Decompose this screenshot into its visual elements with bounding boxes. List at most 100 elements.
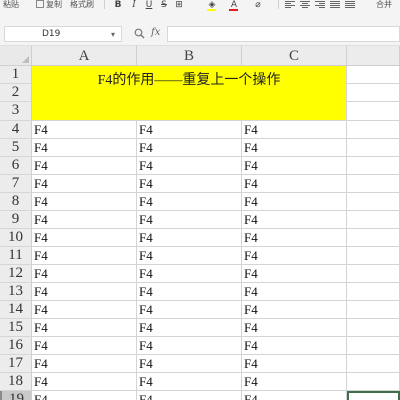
cell-b18[interactable]: F4 <box>137 373 242 391</box>
cell-a9[interactable]: F4 <box>32 211 137 229</box>
cell-d8[interactable] <box>347 193 400 211</box>
cell-c11[interactable]: F4 <box>242 247 347 265</box>
cell-c18[interactable]: F4 <box>242 373 347 391</box>
cell-d18[interactable] <box>347 373 400 391</box>
cell-d15[interactable] <box>347 319 400 337</box>
cell-b10[interactable]: F4 <box>137 229 242 247</box>
column-header-c[interactable]: C <box>242 46 347 66</box>
cell-a19[interactable]: F4 <box>32 391 137 400</box>
strikethrough-button[interactable]: S <box>158 0 170 10</box>
cell-a6[interactable]: F4 <box>32 157 137 175</box>
cell-d13[interactable] <box>347 283 400 301</box>
cell-d2[interactable] <box>347 84 400 102</box>
cell-a17[interactable]: F4 <box>32 355 137 373</box>
underline-button[interactable]: U <box>143 0 155 10</box>
cell-b17[interactable]: F4 <box>137 355 242 373</box>
cell-c5[interactable]: F4 <box>242 139 347 157</box>
cell-b19[interactable]: F4 <box>137 391 242 400</box>
cell-b9[interactable]: F4 <box>137 211 242 229</box>
cell-b7[interactable]: F4 <box>137 175 242 193</box>
row-header-7[interactable]: 7 <box>0 175 32 193</box>
cell-d4[interactable] <box>347 121 400 139</box>
formula-input[interactable] <box>167 26 400 42</box>
row-header-10[interactable]: 10 <box>0 229 32 247</box>
cell-d3[interactable] <box>347 102 400 121</box>
row-header-5[interactable]: 5 <box>0 139 32 157</box>
cell-b12[interactable]: F4 <box>137 265 242 283</box>
border-button[interactable]: ⊞ <box>173 0 185 10</box>
cell-c8[interactable]: F4 <box>242 193 347 211</box>
cell-b14[interactable]: F4 <box>137 301 242 319</box>
cell-a15[interactable]: F4 <box>32 319 137 337</box>
row-header-11[interactable]: 11 <box>0 247 32 265</box>
cell-c4[interactable]: F4 <box>242 121 347 139</box>
cell-c19[interactable]: F4 <box>242 391 347 400</box>
cell-d17[interactable] <box>347 355 400 373</box>
clear-format-button[interactable]: ⌀ <box>252 0 264 10</box>
cell-d11[interactable] <box>347 247 400 265</box>
cell-d1[interactable] <box>347 66 400 84</box>
cell-a11[interactable]: F4 <box>32 247 137 265</box>
italic-button[interactable]: I <box>128 0 140 10</box>
row-header-1[interactable]: 1 <box>0 66 32 84</box>
row-header-4[interactable]: 4 <box>0 121 32 139</box>
name-box[interactable]: D19 ▾ <box>4 26 122 42</box>
cell-a13[interactable]: F4 <box>32 283 137 301</box>
cell-c10[interactable]: F4 <box>242 229 347 247</box>
cell-d6[interactable] <box>347 157 400 175</box>
cell-b11[interactable]: F4 <box>137 247 242 265</box>
cell-d14[interactable] <box>347 301 400 319</box>
cell-d10[interactable] <box>347 229 400 247</box>
cell-a5[interactable]: F4 <box>32 139 137 157</box>
cell-b16[interactable]: F4 <box>137 337 242 355</box>
cell-b4[interactable]: F4 <box>137 121 242 139</box>
row-header-6[interactable]: 6 <box>0 157 32 175</box>
row-header-19[interactable]: 19 <box>0 391 32 400</box>
cell-b8[interactable]: F4 <box>137 193 242 211</box>
column-header-a[interactable]: A <box>32 46 137 66</box>
fx-icon[interactable]: fx <box>151 27 160 38</box>
cell-c7[interactable]: F4 <box>242 175 347 193</box>
cell-a16[interactable]: F4 <box>32 337 137 355</box>
distributed-align-icon[interactable] <box>345 1 355 9</box>
bold-button[interactable]: B <box>112 0 124 10</box>
cell-a18[interactable]: F4 <box>32 373 137 391</box>
cell-b5[interactable]: F4 <box>137 139 242 157</box>
zoom-icon[interactable] <box>134 28 145 39</box>
column-header-d[interactable] <box>347 46 400 66</box>
cell-a7[interactable]: F4 <box>32 175 137 193</box>
row-header-13[interactable]: 13 <box>0 283 32 301</box>
cell-c9[interactable]: F4 <box>242 211 347 229</box>
cell-b13[interactable]: F4 <box>137 283 242 301</box>
row-header-3[interactable]: 3 <box>0 102 32 121</box>
copy-button[interactable]: 复制 <box>36 0 62 10</box>
row-header-9[interactable]: 9 <box>0 211 32 229</box>
title-merged-cell[interactable]: F4的作用——重复上一个操作 <box>32 66 347 121</box>
cell-c17[interactable]: F4 <box>242 355 347 373</box>
paste-button[interactable]: 粘贴 <box>3 0 19 10</box>
align-center-icon[interactable] <box>300 1 310 9</box>
row-header-18[interactable]: 18 <box>0 373 32 391</box>
align-justify-icon[interactable] <box>330 1 340 9</box>
cell-d12[interactable] <box>347 265 400 283</box>
selected-cell-d19[interactable] <box>347 391 400 400</box>
cell-a14[interactable]: F4 <box>32 301 137 319</box>
row-header-17[interactable]: 17 <box>0 355 32 373</box>
cell-a12[interactable]: F4 <box>32 265 137 283</box>
cell-c6[interactable]: F4 <box>242 157 347 175</box>
cell-b6[interactable]: F4 <box>137 157 242 175</box>
row-header-12[interactable]: 12 <box>0 265 32 283</box>
cell-a8[interactable]: F4 <box>32 193 137 211</box>
format-painter-button[interactable]: 格式刷 <box>70 0 94 10</box>
row-header-2[interactable]: 2 <box>0 84 32 102</box>
cell-d7[interactable] <box>347 175 400 193</box>
cell-d16[interactable] <box>347 337 400 355</box>
column-header-b[interactable]: B <box>137 46 242 66</box>
cell-a10[interactable]: F4 <box>32 229 137 247</box>
row-header-14[interactable]: 14 <box>0 301 32 319</box>
cell-c16[interactable]: F4 <box>242 337 347 355</box>
row-header-15[interactable]: 15 <box>0 319 32 337</box>
cell-b15[interactable]: F4 <box>137 319 242 337</box>
chevron-down-icon[interactable]: ▾ <box>111 30 115 39</box>
align-right-icon[interactable] <box>315 1 325 9</box>
